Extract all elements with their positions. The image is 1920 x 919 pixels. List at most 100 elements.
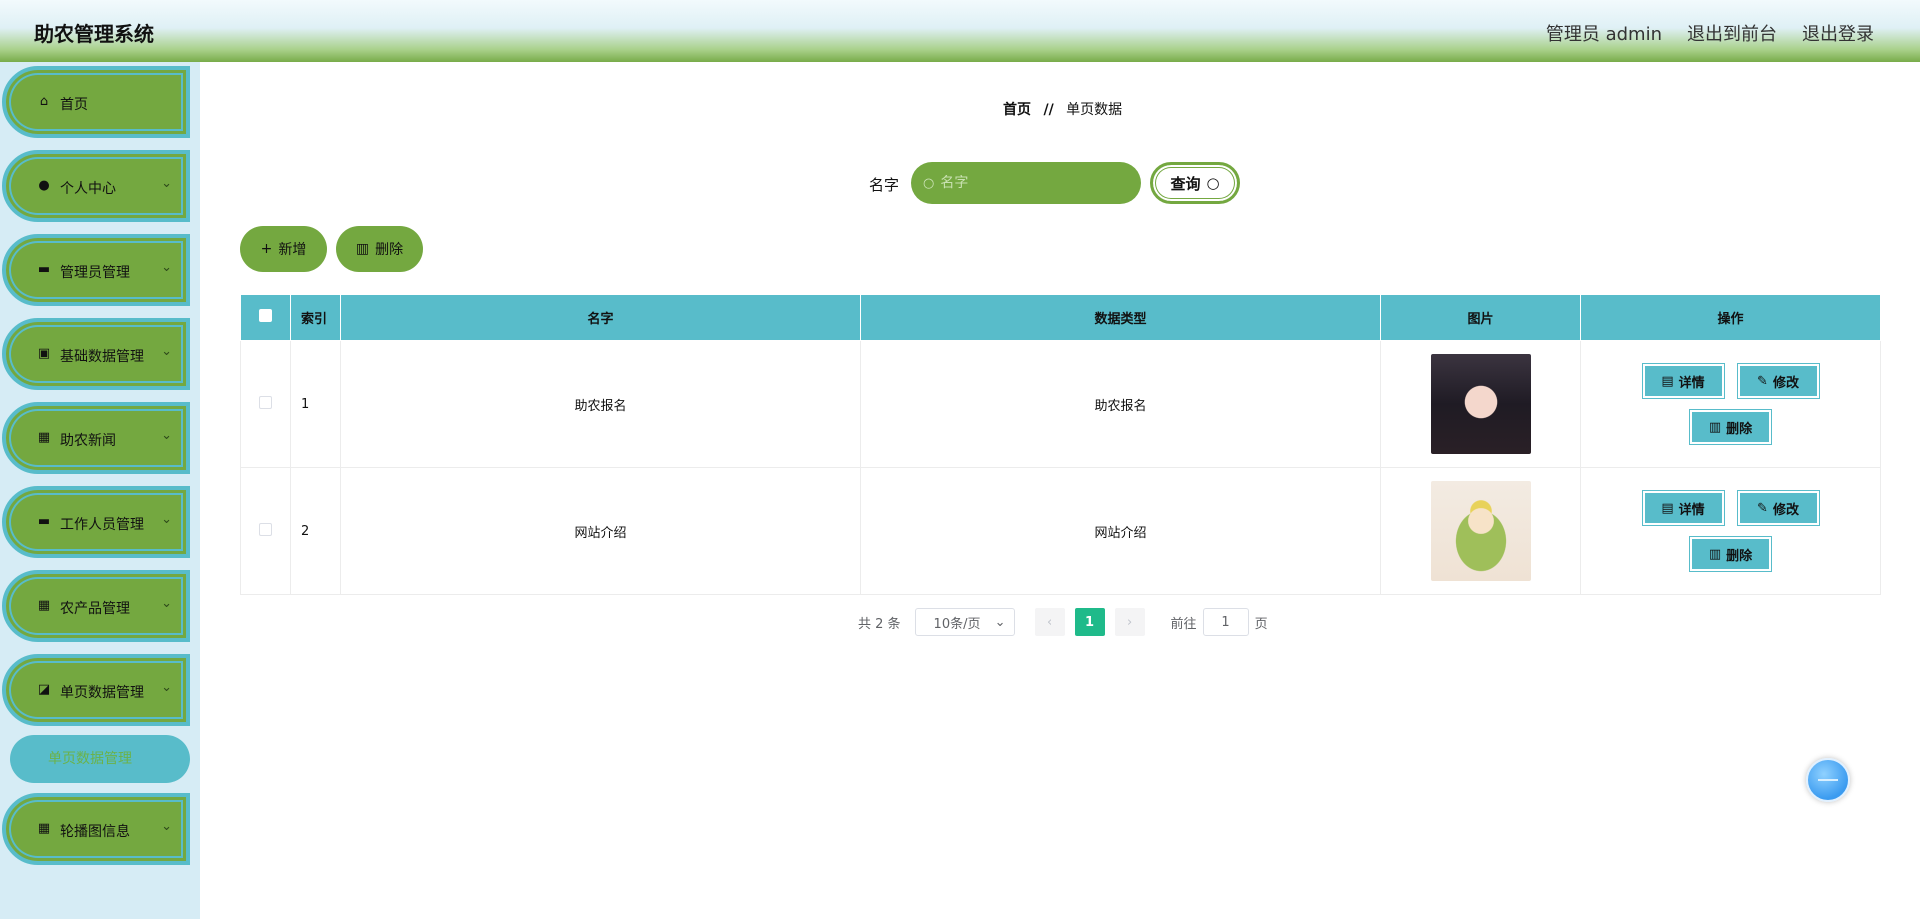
row-thumbnail[interactable]: [1430, 354, 1531, 454]
chevron-left-icon: ‹: [1046, 614, 1053, 630]
menu-icon: [1818, 779, 1838, 781]
chevron-down-icon: ⌄: [161, 512, 172, 527]
query-button[interactable]: 查询 ○: [1150, 162, 1240, 204]
sidebar-item-label: 单页数据管理: [60, 685, 144, 701]
page-size-select[interactable]: 10条/页 ⌄: [914, 608, 1015, 636]
row-image-cell: [1380, 340, 1581, 468]
breadcrumb: 首页 // 单页数据: [1003, 99, 1122, 119]
add-button-label: 新增: [278, 242, 307, 258]
row-checkbox[interactable]: [259, 395, 272, 409]
header-links: 管理员 admin 退出到前台 退出登录: [1546, 20, 1874, 46]
chevron-down-icon: ⌄: [161, 680, 172, 695]
goto-label: 前往: [1170, 616, 1197, 632]
front-link[interactable]: 退出到前台: [1687, 20, 1777, 46]
edit-label: 修改: [1772, 502, 1799, 518]
breadcrumb-home[interactable]: 首页: [1003, 102, 1031, 118]
chevron-down-icon: ⌄: [161, 819, 172, 834]
detail-label: 详情: [1678, 375, 1705, 391]
sidebar-item-label: 助农新闻: [60, 433, 116, 449]
page-number-current[interactable]: 1: [1074, 608, 1105, 636]
search-input[interactable]: [940, 175, 1131, 191]
sidebar-item-staff[interactable]: ▬ 工作人员管理 ⌄: [2, 486, 190, 558]
sidebar-item-profile[interactable]: ● 个人中心 ⌄: [2, 150, 190, 222]
detail-button[interactable]: ▤ 详情: [1642, 364, 1724, 398]
chevron-right-icon: ›: [1126, 614, 1133, 630]
sidebar-item-single-page[interactable]: ◪ 单页数据管理 ⌄: [2, 654, 190, 726]
sidebar-item-home[interactable]: ⌂ 首页: [2, 66, 190, 138]
row-select-cell: [240, 467, 291, 595]
goto-suffix: 页: [1254, 616, 1268, 632]
app-title: 助农管理系统: [34, 22, 154, 46]
row-actions: ▤ 详情 ✎ 修改 ▥ 删除: [1580, 467, 1881, 595]
search-label: 名字: [869, 176, 900, 194]
pagination-total: 共 2 条: [858, 616, 901, 632]
col-actions: 操作: [1580, 294, 1881, 341]
search-icon: ○: [923, 175, 935, 191]
row-index: 2: [290, 467, 341, 595]
row-delete-button[interactable]: ▥ 删除: [1690, 410, 1771, 444]
chevron-down-icon: ⌄: [994, 614, 1006, 630]
monitor-icon: ▬: [37, 262, 51, 277]
row-type: 助农报名: [860, 340, 1381, 468]
row-index: 1: [290, 340, 341, 468]
detail-label: 详情: [1678, 502, 1705, 518]
add-button[interactable]: + 新增: [240, 226, 327, 272]
chevron-down-icon: ⌄: [161, 176, 172, 191]
select-all-cell: [240, 294, 291, 341]
edit-button[interactable]: ✎ 修改: [1737, 364, 1819, 398]
sidebar-item-admin[interactable]: ▬ 管理员管理 ⌄: [2, 234, 190, 306]
col-image: 图片: [1380, 294, 1581, 341]
chart-icon: ◪: [37, 682, 51, 697]
row-checkbox[interactable]: [259, 522, 272, 536]
device-icon: ▬: [37, 514, 51, 529]
pagination: 共 2 条 10条/页 ⌄ ‹ 1 › 前往 页: [858, 608, 1268, 636]
sidebar-item-base-data[interactable]: ▣ 基础数据管理 ⌄: [2, 318, 190, 390]
grid-icon: ▦: [37, 430, 51, 445]
sidebar-item-carousel[interactable]: ▦ 轮播图信息 ⌄: [2, 793, 190, 865]
edit-button[interactable]: ✎ 修改: [1737, 491, 1819, 525]
sidebar-item-label: 管理员管理: [60, 265, 130, 281]
pencil-icon: ✎: [1757, 500, 1768, 516]
sidebar-item-products[interactable]: ▦ 农产品管理 ⌄: [2, 570, 190, 642]
edit-label: 修改: [1772, 375, 1799, 391]
trash-icon: ▥: [1708, 419, 1722, 435]
logout-link[interactable]: 退出登录: [1802, 20, 1874, 46]
row-select-cell: [240, 340, 291, 468]
row-delete-button[interactable]: ▥ 删除: [1690, 537, 1771, 571]
sidebar-item-label: 个人中心: [60, 181, 116, 197]
clipboard-icon: ▣: [37, 346, 51, 361]
user-icon: ●: [38, 178, 50, 193]
chevron-down-icon: ⌄: [161, 344, 172, 359]
chevron-down-icon: ⌄: [161, 428, 172, 443]
floating-action-button[interactable]: [1806, 758, 1850, 802]
goto-page-input[interactable]: [1202, 608, 1249, 636]
search-icon: ○: [1206, 174, 1220, 192]
detail-button[interactable]: ▤ 详情: [1642, 491, 1724, 525]
sidebar-item-label: 农产品管理: [60, 601, 130, 617]
row-name: 网站介绍: [340, 467, 861, 595]
current-user: 管理员 admin: [1545, 24, 1662, 45]
select-all-checkbox[interactable]: [259, 309, 272, 322]
sidebar-item-label: 基础数据管理: [60, 349, 144, 365]
col-name: 名字: [340, 294, 861, 341]
breadcrumb-current: 单页数据: [1066, 102, 1123, 118]
data-table: 索引 名字 数据类型 图片 操作 1 助农报名 助农报名 ▤ 详情 ✎ 修改 ▥ 删除…: [240, 294, 1881, 595]
grid-icon: ▦: [37, 821, 51, 836]
row-image-cell: [1380, 467, 1581, 595]
submenu-item-single-page[interactable]: 单页数据管理: [10, 735, 190, 783]
search-box: ○: [911, 162, 1141, 204]
col-index: 索引: [290, 294, 341, 341]
trash-icon: ▥: [1708, 546, 1722, 562]
document-icon: ▤: [1661, 373, 1674, 389]
table-row: 2 网站介绍 网站介绍 ▤ 详情 ✎ 修改 ▥ 删除: [240, 467, 1881, 595]
sidebar-item-news[interactable]: ▦ 助农新闻 ⌄: [2, 402, 190, 474]
row-type: 网站介绍: [860, 467, 1381, 595]
row-thumbnail[interactable]: [1430, 481, 1531, 581]
delete-button[interactable]: ▥ 删除: [336, 226, 423, 272]
sidebar-item-label: 轮播图信息: [60, 824, 130, 840]
sidebar-item-label: 工作人员管理: [60, 517, 144, 533]
prev-page-button[interactable]: ‹: [1034, 608, 1065, 636]
row-actions: ▤ 详情 ✎ 修改 ▥ 删除: [1580, 340, 1881, 468]
grid-icon: ▦: [37, 598, 51, 613]
next-page-button[interactable]: ›: [1114, 608, 1145, 636]
